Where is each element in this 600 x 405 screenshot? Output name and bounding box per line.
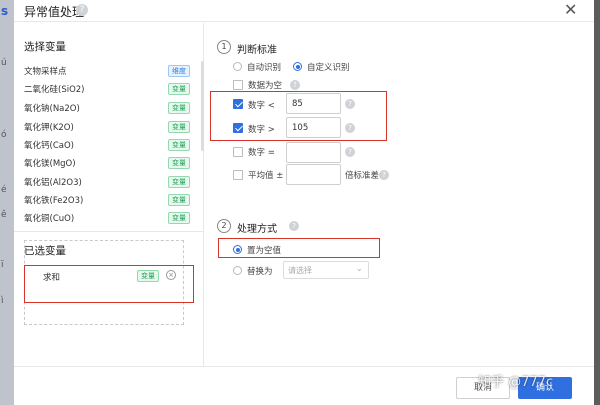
background-fragment: ú	[1, 58, 7, 68]
selected-variable-name: 求和	[43, 273, 61, 283]
variable-type-badge: 变量	[168, 139, 190, 151]
auto-detect-radio[interactable]	[233, 62, 242, 71]
handling-highlight	[218, 238, 380, 258]
variable-item[interactable]: 氧化铝(Al2O3) 变量	[24, 174, 194, 192]
less-than-input[interactable]	[286, 93, 341, 114]
set-null-label: 置为空值	[247, 246, 282, 256]
variable-name: 氧化镁(MgO)	[24, 159, 76, 169]
choose-variables-title: 选择变量	[24, 41, 66, 53]
equals-input[interactable]	[286, 142, 341, 163]
background-fragment: ï	[1, 260, 4, 270]
help-icon[interactable]: ?	[76, 4, 88, 16]
variable-item[interactable]: 氧化铁(Fe2O3) 变量	[24, 192, 194, 210]
background-app: s ú ó é ê ï ì	[0, 0, 14, 405]
help-icon[interactable]: ?	[345, 123, 355, 133]
variable-name: 文物采样点	[24, 67, 67, 77]
help-icon[interactable]: ?	[290, 80, 300, 90]
variable-item[interactable]: 文物采样点 维度	[24, 63, 194, 81]
background-fragment: ê	[1, 210, 7, 220]
variable-name: 氧化铁(Fe2O3)	[24, 196, 84, 206]
mean-label: 平均值 ±	[248, 171, 284, 181]
variable-type-badge: 变量	[168, 212, 190, 224]
greater-than-checkbox[interactable]	[233, 123, 243, 133]
mean-checkbox[interactable]	[233, 170, 243, 180]
help-icon[interactable]: ?	[289, 221, 299, 231]
help-icon[interactable]: ?	[379, 170, 389, 180]
replace-value-select[interactable]: 请选择 ⌄	[283, 261, 369, 279]
greater-than-label: 数字 >	[248, 125, 275, 135]
variable-name: 氧化钠(Na2O)	[24, 104, 80, 114]
variable-name: 氧化钾(K2O)	[24, 123, 74, 133]
empty-data-checkbox[interactable]	[233, 80, 243, 90]
variable-item[interactable]: 氧化镁(MgO) 变量	[24, 155, 194, 173]
equals-label: 数字 =	[248, 148, 275, 158]
variable-type-badge: 维度	[168, 65, 190, 77]
set-null-radio[interactable]	[233, 245, 242, 254]
section-divider	[14, 231, 204, 232]
watermark: 知乎 @777c	[478, 375, 554, 390]
background-fragment: s	[1, 4, 9, 18]
background-fragment: ì	[1, 296, 4, 306]
replace-radio[interactable]	[233, 266, 242, 275]
variable-type-badge: 变量	[137, 270, 159, 282]
equals-checkbox[interactable]	[233, 147, 243, 157]
variable-name: 氧化铜(CuO)	[24, 214, 75, 224]
variable-list-scrollbar[interactable]	[201, 61, 204, 151]
selected-variable-item[interactable]: 求和 变量 ×	[24, 265, 194, 303]
handling-title: 处理方式	[237, 224, 277, 235]
variable-name: 氧化铝(Al2O3)	[24, 178, 82, 188]
variable-item[interactable]: 氧化钾(K2O) 变量	[24, 119, 194, 137]
variable-item[interactable]: 氧化铜(CuO) 变量	[24, 210, 194, 228]
background-fragment: é	[1, 185, 7, 195]
dialog-title: 异常值处理	[24, 5, 85, 19]
stdev-label: 倍标准差	[345, 171, 380, 181]
custom-detect-label: 自定义识别	[307, 63, 350, 73]
less-than-label: 数字 <	[248, 101, 275, 111]
less-than-checkbox[interactable]	[233, 99, 243, 109]
close-icon[interactable]: ✕	[564, 0, 577, 19]
variable-item[interactable]: 氧化钠(Na2O) 变量	[24, 100, 194, 118]
step-number: 1	[217, 40, 231, 54]
criteria-title: 判断标准	[237, 45, 277, 56]
replace-label: 替换为	[247, 267, 273, 277]
background-fragment: ó	[1, 130, 7, 140]
empty-data-label: 数据为空	[248, 81, 283, 91]
help-icon[interactable]: ?	[345, 147, 355, 157]
variable-type-badge: 变量	[168, 83, 190, 95]
chevron-down-icon: ⌄	[356, 264, 363, 273]
step-number: 2	[217, 219, 231, 233]
variable-item[interactable]: 二氧化硅(SiO2) 变量	[24, 81, 194, 99]
variable-name: 二氧化硅(SiO2)	[24, 85, 85, 95]
custom-detect-radio[interactable]	[293, 62, 302, 71]
outlier-dialog: 异常值处理 ? ✕ 选择变量 文物采样点 维度 二氧化硅(SiO2) 变量 氧化…	[14, 0, 594, 405]
variable-type-badge: 变量	[168, 157, 190, 169]
mean-stdev-input[interactable]	[286, 164, 341, 185]
help-icon[interactable]: ?	[345, 99, 355, 109]
dialog-header: 异常值处理 ? ✕	[14, 0, 594, 22]
variable-item[interactable]: 氧化钙(CaO) 变量	[24, 137, 194, 155]
remove-icon[interactable]: ×	[166, 270, 176, 280]
auto-detect-label: 自动识别	[247, 63, 282, 73]
variable-name: 氧化钙(CaO)	[24, 141, 74, 151]
greater-than-input[interactable]	[286, 117, 341, 138]
variable-type-badge: 变量	[168, 194, 190, 206]
select-placeholder: 请选择	[288, 266, 312, 275]
variable-type-badge: 变量	[168, 176, 190, 188]
variable-type-badge: 变量	[168, 102, 190, 114]
variable-type-badge: 变量	[168, 121, 190, 133]
